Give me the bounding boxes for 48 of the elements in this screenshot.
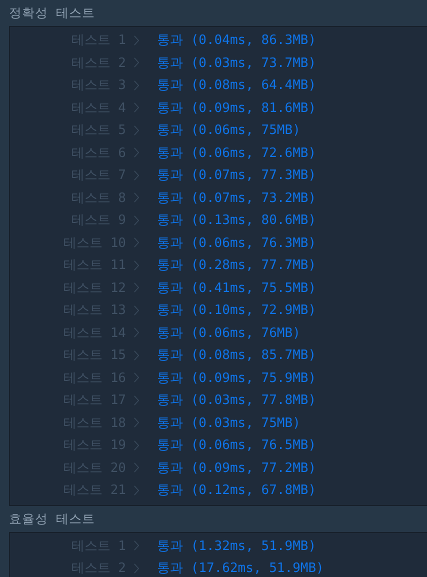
test-result: 통과 (0.08ms, 64.4MB) <box>157 77 316 94</box>
section-title: 정확성 테스트 <box>8 4 96 22</box>
chevron-right-icon <box>134 80 139 91</box>
chevron-right-icon <box>134 260 139 271</box>
test-result: 통과 (0.06ms, 76MB) <box>157 324 300 342</box>
chevron-right-icon <box>134 237 139 248</box>
test-result: 통과 (0.28ms, 77.7MB) <box>157 257 316 274</box>
section-title: 효율성 테스트 <box>8 510 96 528</box>
test-result: 통과 (0.12ms, 67.8MB) <box>157 482 316 500</box>
chevron-right-icon <box>134 540 139 552</box>
chevron-right-icon <box>134 372 139 384</box>
test-result: 통과 (0.06ms, 72.6MB) <box>157 144 316 162</box>
test-result: 통과 (1.32ms, 51.9MB) <box>157 538 316 555</box>
chevron-right-icon <box>134 350 139 361</box>
test-result: 통과 (0.03ms, 75MB) <box>157 414 300 432</box>
chevron-right-icon <box>134 562 139 574</box>
chevron-right-icon <box>134 57 139 68</box>
test-result: 통과 (0.10ms, 72.9MB) <box>157 302 316 320</box>
test-result: 통과 (0.09ms, 77.2MB) <box>157 460 316 477</box>
test-result: 통과 (0.03ms, 77.8MB) <box>157 392 316 410</box>
test-result: 통과 (0.09ms, 81.6MB) <box>157 100 316 117</box>
chevron-right-icon <box>134 147 139 158</box>
chevron-right-icon <box>134 124 139 136</box>
test-result: 통과 (0.07ms, 77.3MB) <box>157 167 316 184</box>
test-result: 통과 (0.03ms, 73.7MB) <box>157 54 316 72</box>
test-result: 통과 (0.04ms, 86.3MB) <box>157 32 316 50</box>
chevron-right-icon <box>134 440 139 451</box>
test-result: 통과 (0.08ms, 85.7MB) <box>157 347 316 364</box>
chevron-right-icon <box>134 170 139 181</box>
test-result: 통과 (0.06ms, 75MB) <box>157 122 300 140</box>
test-result: 통과 (0.06ms, 76.3MB) <box>157 234 316 252</box>
chevron-right-icon <box>134 304 139 316</box>
test-result: 통과 (0.13ms, 80.6MB) <box>157 212 316 230</box>
test-result: 통과 (0.41ms, 75.5MB) <box>157 280 316 297</box>
chevron-right-icon <box>134 394 139 406</box>
chevron-right-icon <box>134 462 139 474</box>
chevron-right-icon <box>134 484 139 496</box>
chevron-right-icon <box>134 327 139 338</box>
test-result: 통과 (0.07ms, 73.2MB) <box>157 190 316 207</box>
chevron-right-icon <box>134 282 139 294</box>
chevron-right-icon <box>134 34 139 46</box>
test-result: 통과 (17.62ms, 51.9MB) <box>157 560 324 577</box>
test-result: 통과 (0.06ms, 76.5MB) <box>157 437 316 454</box>
chevron-right-icon <box>134 102 139 114</box>
chevron-right-icon <box>134 192 139 204</box>
chevron-right-icon <box>134 214 139 226</box>
test-result: 통과 (0.09ms, 75.9MB) <box>157 370 316 387</box>
chevron-right-icon <box>134 417 139 428</box>
